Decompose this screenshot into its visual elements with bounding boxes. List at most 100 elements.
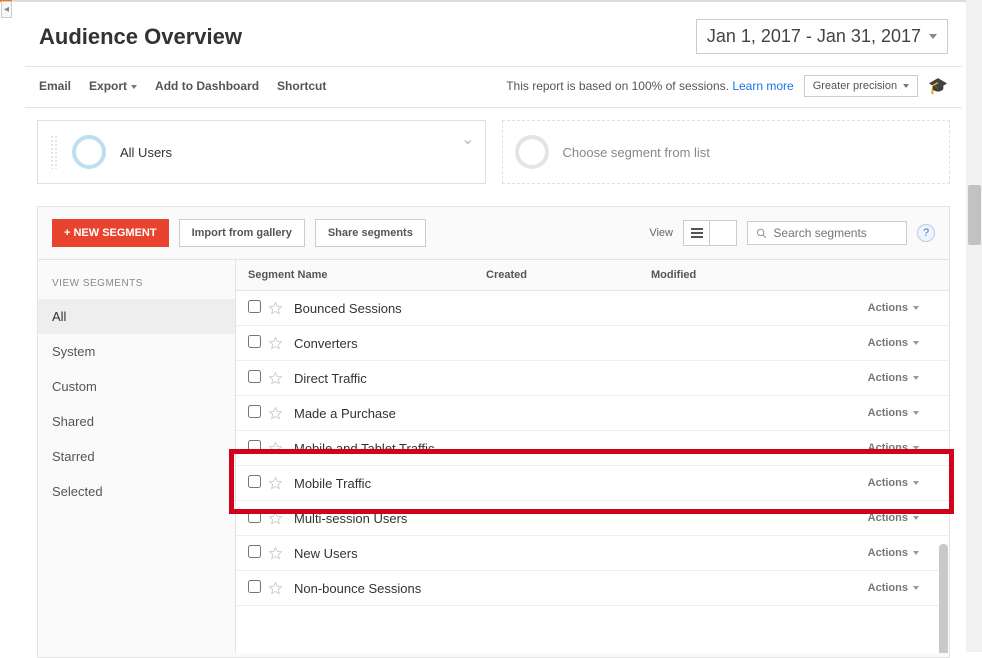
column-header-created[interactable]: Created — [476, 260, 641, 290]
segment-name-cell: Bounced Sessions — [290, 301, 868, 316]
precision-label: Greater precision — [813, 80, 897, 92]
segment-name-cell: Direct Traffic — [290, 371, 868, 386]
learn-more-link[interactable]: Learn more — [732, 79, 793, 93]
collapse-sidebar-tab[interactable]: ◂ — [1, 1, 12, 18]
sidebar-item-custom[interactable]: Custom — [38, 369, 235, 404]
column-header-name[interactable]: Segment Name — [236, 260, 476, 290]
new-segment-button[interactable]: + NEW SEGMENT — [52, 219, 169, 247]
column-header-actions — [801, 260, 949, 290]
sidebar-item-shared[interactable]: Shared — [38, 404, 235, 439]
search-segments-input[interactable] — [773, 226, 898, 240]
segment-donut-icon — [515, 135, 549, 169]
row-checkbox-cell — [248, 545, 268, 561]
view-grid-button[interactable] — [710, 221, 736, 245]
segment-panel: + NEW SEGMENT Import from gallery Share … — [37, 206, 950, 658]
share-segments-button[interactable]: Share segments — [315, 219, 426, 247]
chevron-down-icon[interactable]: ⌄ — [461, 129, 474, 149]
star-icon[interactable] — [268, 301, 290, 316]
star-icon[interactable] — [268, 476, 290, 491]
row-checkbox[interactable] — [248, 475, 261, 488]
row-checkbox[interactable] — [248, 300, 261, 313]
sidebar-item-all[interactable]: All — [38, 299, 235, 334]
view-list-button[interactable] — [684, 221, 710, 245]
star-icon[interactable] — [268, 511, 290, 526]
table-row[interactable]: Non-bounce SessionsActions — [236, 571, 949, 606]
export-button[interactable]: Export — [89, 79, 137, 93]
header-row: Audience Overview Jan 1, 2017 - Jan 31, … — [25, 4, 962, 67]
chevron-down-icon — [913, 411, 919, 415]
chevron-down-icon — [913, 481, 919, 485]
column-header-modified[interactable]: Modified — [641, 260, 801, 290]
star-icon[interactable] — [268, 336, 290, 351]
row-checkbox[interactable] — [248, 440, 261, 453]
star-icon[interactable] — [268, 406, 290, 421]
page-scrollbar-track[interactable] — [966, 0, 982, 652]
segment-table: Segment Name Created Modified Bounced Se… — [236, 260, 949, 653]
star-icon[interactable] — [268, 546, 290, 561]
list-icon — [684, 221, 709, 245]
segment-sidebar: VIEW SEGMENTS AllSystemCustomSharedStarr… — [38, 260, 236, 653]
row-actions-dropdown[interactable]: Actions — [868, 582, 939, 594]
table-row[interactable]: ConvertersActions — [236, 326, 949, 361]
segment-card-label: All Users — [120, 145, 172, 160]
row-actions-dropdown[interactable]: Actions — [868, 477, 939, 489]
segment-cards-row: All Users ⌄ Choose segment from list — [25, 108, 962, 184]
precision-dropdown[interactable]: Greater precision — [804, 75, 918, 97]
drag-handle-icon[interactable] — [50, 135, 58, 169]
segment-panel-toolbar: + NEW SEGMENT Import from gallery Share … — [38, 207, 949, 259]
table-body: Bounced SessionsActionsConvertersActions… — [236, 291, 949, 653]
top-accent-bar — [0, 0, 982, 2]
sidebar-item-selected[interactable]: Selected — [38, 474, 235, 509]
help-icon[interactable]: ? — [917, 224, 935, 242]
star-icon[interactable] — [268, 441, 290, 456]
row-checkbox-cell — [248, 440, 268, 456]
row-checkbox[interactable] — [248, 370, 261, 383]
segment-name-cell: Non-bounce Sessions — [290, 581, 868, 596]
chevron-down-icon — [913, 586, 919, 590]
sidebar-item-starred[interactable]: Starred — [38, 439, 235, 474]
chevron-down-icon — [913, 446, 919, 450]
search-segments-box[interactable] — [747, 221, 907, 245]
report-toolbar: Email Export Add to Dashboard Shortcut T… — [25, 67, 962, 108]
row-checkbox[interactable] — [248, 335, 261, 348]
page-scrollbar-thumb[interactable] — [968, 185, 981, 245]
table-row[interactable]: Mobile TrafficActions — [236, 466, 949, 501]
row-checkbox-cell — [248, 475, 268, 491]
row-actions-dropdown[interactable]: Actions — [868, 407, 939, 419]
row-checkbox[interactable] — [248, 545, 261, 558]
row-checkbox-cell — [248, 300, 268, 316]
chevron-down-icon — [903, 84, 909, 88]
table-row[interactable]: New UsersActions — [236, 536, 949, 571]
education-icon[interactable]: 🎓 — [928, 76, 948, 96]
row-checkbox-cell — [248, 510, 268, 526]
add-to-dashboard-button[interactable]: Add to Dashboard — [155, 79, 259, 93]
table-scrollbar-thumb[interactable] — [939, 544, 948, 653]
import-from-gallery-button[interactable]: Import from gallery — [179, 219, 305, 247]
row-actions-dropdown[interactable]: Actions — [868, 547, 939, 559]
star-icon[interactable] — [268, 581, 290, 596]
segment-name-cell: Multi-session Users — [290, 511, 868, 526]
sidebar-item-system[interactable]: System — [38, 334, 235, 369]
row-actions-dropdown[interactable]: Actions — [868, 372, 939, 384]
row-checkbox-cell — [248, 580, 268, 596]
table-row[interactable]: Made a PurchaseActions — [236, 396, 949, 431]
row-actions-dropdown[interactable]: Actions — [868, 302, 939, 314]
shortcut-button[interactable]: Shortcut — [277, 79, 326, 93]
star-icon[interactable] — [268, 371, 290, 386]
table-row[interactable]: Mobile and Tablet TrafficActions — [236, 431, 949, 466]
table-row[interactable]: Direct TrafficActions — [236, 361, 949, 396]
segment-card-all-users[interactable]: All Users ⌄ — [37, 120, 486, 184]
date-range-picker[interactable]: Jan 1, 2017 - Jan 31, 2017 — [696, 19, 948, 54]
row-checkbox[interactable] — [248, 580, 261, 593]
row-checkbox[interactable] — [248, 510, 261, 523]
row-actions-dropdown[interactable]: Actions — [868, 512, 939, 524]
table-row[interactable]: Multi-session UsersActions — [236, 501, 949, 536]
segment-card-add[interactable]: Choose segment from list — [502, 120, 951, 184]
email-button[interactable]: Email — [39, 79, 71, 93]
row-checkbox[interactable] — [248, 405, 261, 418]
table-row[interactable]: Bounced SessionsActions — [236, 291, 949, 326]
chevron-down-icon — [913, 376, 919, 380]
row-actions-dropdown[interactable]: Actions — [868, 442, 939, 454]
chevron-down-icon — [913, 516, 919, 520]
row-actions-dropdown[interactable]: Actions — [868, 337, 939, 349]
